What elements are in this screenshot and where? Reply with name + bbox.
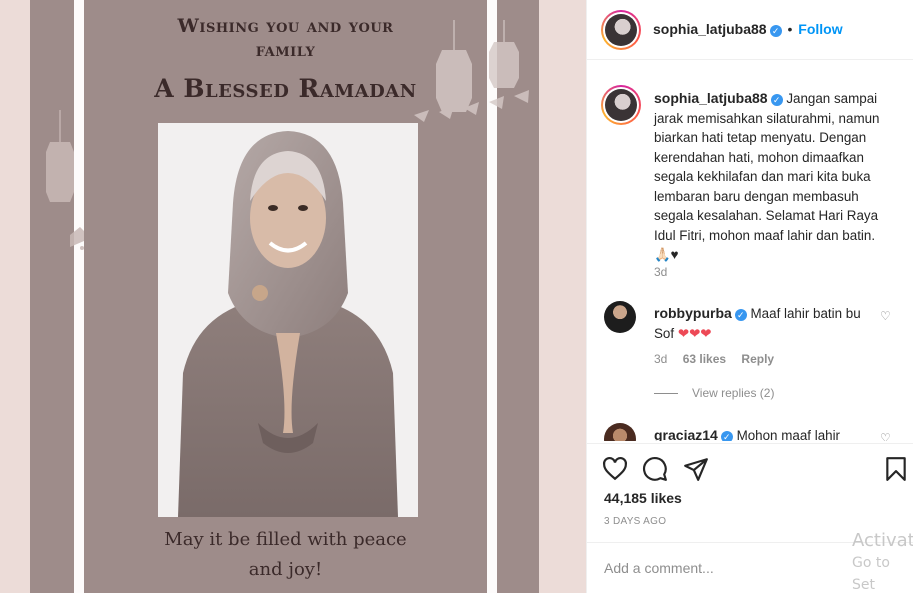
portrait-illustration (158, 123, 418, 517)
header-user-line: sophia_latjuba88 ✓ • Follow (653, 21, 843, 37)
view-replies-button[interactable]: View replies (2) (654, 386, 774, 400)
comment-likes[interactable]: 63 likes (683, 352, 726, 366)
header-separator: • (787, 21, 793, 37)
comment-avatar[interactable] (604, 423, 636, 441)
comment-input[interactable] (604, 557, 834, 579)
activation-watermark: Activat Go to Set (852, 530, 913, 593)
comment-username[interactable]: graciaz14 (654, 427, 718, 441)
comment-body: robbypurba ✓ Maaf lahir batin bu Sof ❤❤❤ (654, 304, 884, 343)
like-heart-icon[interactable] (602, 456, 628, 482)
card-caption-line2: and joy! (248, 559, 323, 580)
caption-age[interactable]: 3d (654, 265, 667, 279)
likes-count[interactable]: 44,185 likes (604, 490, 682, 506)
portrait-photo (158, 123, 418, 517)
caption-body: sophia_latjuba88 ✓ Jangan sampai jarak me… (654, 89, 894, 265)
comment-icon[interactable] (642, 456, 668, 482)
card-title-line1-text: Wishing you and your (177, 15, 394, 37)
post-timestamp[interactable]: 3 DAYS AGO (604, 516, 666, 527)
author-avatar[interactable] (601, 10, 641, 50)
comment-username[interactable]: robbypurba (654, 305, 732, 321)
replies-line (654, 393, 678, 395)
card-title-big-text: A Blessed Ramadan (154, 74, 417, 103)
reply-button[interactable]: Reply (741, 352, 774, 366)
card-title-line2-text: family (255, 39, 316, 61)
verified-badge-icon: ✓ (769, 25, 782, 37)
follow-button[interactable]: Follow (798, 21, 842, 37)
header-username[interactable]: sophia_latjuba88 (653, 21, 767, 37)
card-caption-line1: May it be filled with peace (164, 529, 407, 550)
caption-text: Jangan sampai jarak memisahkan silaturah… (654, 91, 880, 243)
caption-emoji: 🙏🏻♥ (654, 247, 679, 262)
comments-list[interactable]: sophia_latjuba88 ✓ Jangan sampai jarak me… (587, 61, 913, 441)
view-replies-label: View replies (2) (692, 386, 775, 400)
verified-badge-icon: ✓ (734, 309, 747, 321)
comment-age[interactable]: 3d (654, 352, 667, 366)
left-gap (74, 0, 84, 593)
comment-body: graciaz14 ✓ Mohon maaf lahir (654, 426, 884, 441)
greeting-card: Wishing you and your family A Blessed Ra… (84, 0, 529, 593)
comment-like-heart-icon[interactable]: ♡ (880, 310, 892, 322)
left-stripe (30, 0, 74, 593)
share-icon[interactable] (683, 456, 709, 482)
comment-emoji: ❤❤❤ (677, 325, 712, 341)
post-header: sophia_latjuba88 ✓ • Follow (587, 0, 913, 60)
comment-text: Mohon maaf lahir (736, 428, 841, 441)
caption-username[interactable]: sophia_latjuba88 (654, 90, 768, 106)
watermark-line2: Go to Set (852, 555, 890, 593)
card-caption: May it be filled with peace and joy! (84, 525, 487, 585)
post-side-panel: sophia_latjuba88 ✓ • Follow sophia_latjub… (586, 0, 913, 593)
lantern-decoration-right (414, 20, 529, 122)
comment-like-heart-icon[interactable]: ♡ (880, 432, 892, 441)
verified-badge-icon: ✓ (720, 431, 733, 441)
post-image[interactable]: Wishing you and your family A Blessed Ra… (0, 0, 586, 593)
verified-badge-icon: ✓ (770, 94, 783, 106)
watermark-line1: Activat (852, 530, 913, 551)
comment-avatar[interactable] (604, 301, 636, 333)
save-bookmark-icon[interactable] (883, 456, 909, 482)
caption-avatar[interactable] (601, 85, 641, 125)
comment-meta: 3d 63 likes Reply (654, 352, 774, 366)
